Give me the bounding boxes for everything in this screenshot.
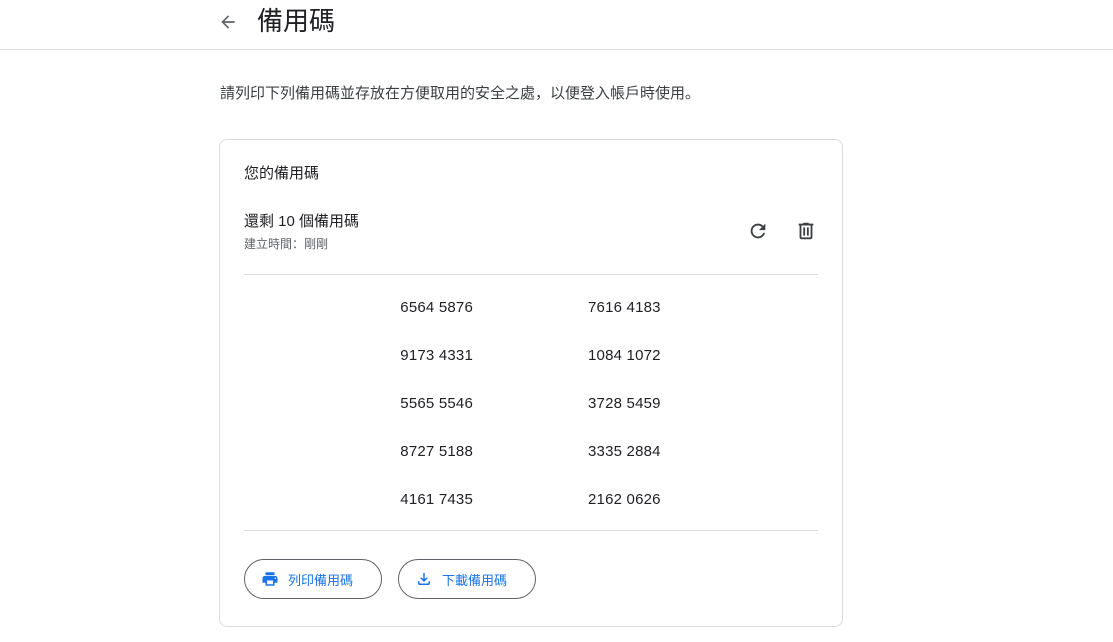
print-codes-label: 列印備用碼 xyxy=(288,572,354,588)
download-codes-label: 下載備用碼 xyxy=(442,572,508,588)
created-time-text: 建立時間：剛剛 xyxy=(244,237,329,251)
backup-code: 2162 0626 xyxy=(588,491,661,508)
card-title: 您的備用碼 xyxy=(244,165,320,182)
code-row: 6564 5876 7616 4183 xyxy=(244,290,818,338)
refresh-codes-button[interactable] xyxy=(740,213,776,249)
backup-code: 5565 5546 xyxy=(400,395,473,412)
download-codes-button[interactable]: 下載備用碼 xyxy=(398,559,536,599)
code-row: 9173 4331 1084 1072 xyxy=(244,338,818,386)
print-codes-button[interactable]: 列印備用碼 xyxy=(244,559,382,599)
printer-icon xyxy=(261,570,279,588)
refresh-icon xyxy=(750,223,766,239)
backup-codes-card: 您的備用碼 還剩 10 個備用碼 建立時間：剛剛 6564 5876 7616 … xyxy=(219,139,843,627)
page-description: 請列印下列備用碼並存放在方便取用的安全之處，以便登入帳戶時使用。 xyxy=(220,85,701,102)
backup-code: 6564 5876 xyxy=(400,299,473,316)
delete-codes-button[interactable] xyxy=(788,213,824,249)
arrow-left-icon xyxy=(221,15,235,29)
trash-icon xyxy=(798,222,814,240)
code-row: 8727 5188 3335 2884 xyxy=(244,434,818,482)
backup-code: 1084 1072 xyxy=(588,347,661,364)
backup-code: 7616 4183 xyxy=(588,299,661,316)
page-title: 備用碼 xyxy=(257,6,336,36)
backup-code: 9173 4331 xyxy=(400,347,473,364)
backup-code: 8727 5188 xyxy=(400,443,473,460)
backup-code: 3335 2884 xyxy=(588,443,661,460)
codes-grid: 6564 5876 7616 4183 9173 4331 1084 1072 … xyxy=(244,290,818,530)
download-icon xyxy=(415,570,433,588)
backup-code: 3728 5459 xyxy=(588,395,661,412)
remaining-codes-text: 還剩 10 個備用碼 xyxy=(244,213,360,230)
code-row: 4161 7435 2162 0626 xyxy=(244,482,818,530)
back-button[interactable] xyxy=(212,6,244,38)
backup-code: 4161 7435 xyxy=(400,491,473,508)
divider-top xyxy=(244,274,818,275)
top-bar: 備用碼 xyxy=(0,0,1113,50)
code-row: 5565 5546 3728 5459 xyxy=(244,386,818,434)
divider-bottom xyxy=(244,530,818,531)
